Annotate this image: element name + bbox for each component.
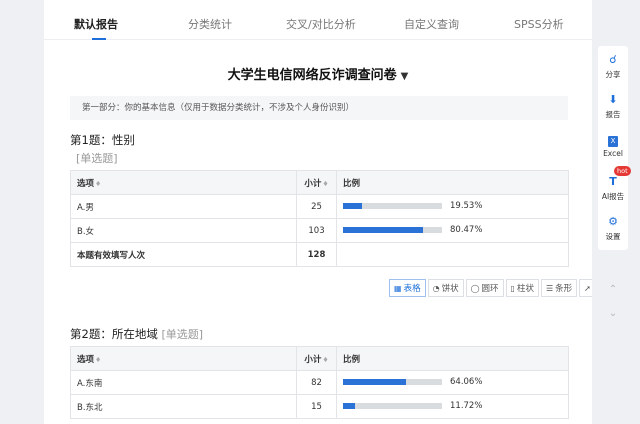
total-empty-cell (336, 242, 569, 267)
excel-export-button[interactable]: X Excel (598, 134, 628, 158)
donut-chart-button[interactable]: ◯ 圆环 (465, 279, 504, 297)
sort-icon: ♦ (95, 355, 102, 364)
option-count: 103 (296, 218, 337, 243)
sort-icon: ♦ (322, 355, 329, 364)
column-header-ratio: 比例 (336, 170, 569, 195)
ratio-bar (343, 227, 442, 234)
tab-category-stats[interactable]: 分类统计 (188, 16, 232, 32)
filter-icon[interactable]: ▼ (401, 71, 409, 82)
survey-title: 大学生电信网络反诈调查问卷 (227, 68, 397, 83)
total-label: 本题有效填写人次 (70, 242, 297, 267)
total-count: 128 (296, 242, 337, 267)
column-header-option[interactable]: 选项♦ (70, 170, 297, 195)
table-header-row: 选项♦ 小计♦ 比例 (70, 170, 569, 195)
column-chart-button[interactable]: ▯ 柱状 (505, 279, 539, 297)
chart-type-toolbar: ▦表格 ◔饼状 ◯圆环 ▯柱状 ☰条形 ➚折线 (389, 279, 592, 297)
download-report-button[interactable]: ⬇ 报告 (598, 94, 628, 120)
active-tab-indicator (92, 38, 106, 40)
table-total-row: 本题有效填写人次 128 (70, 242, 569, 267)
donut-icon: ◯ (470, 283, 480, 293)
share-icon: ☌ (609, 53, 617, 66)
hot-badge: hot (614, 166, 631, 176)
ai-report-icon: T (609, 175, 617, 188)
bar-chart-button[interactable]: ☰ 条形 (540, 279, 578, 297)
ratio-percent: 80.47% (450, 225, 483, 236)
ratio-bar (343, 203, 442, 210)
table-icon: ▦ (394, 283, 402, 293)
table-view-button[interactable]: ▦ 表格 (389, 279, 426, 297)
q1-title: 第1题：性别 (70, 133, 135, 147)
q1-table: 选项♦ 小计♦ 比例 A.男 25 19.53% B.女 103 80.47% … (70, 170, 569, 267)
bar-icon: ☰ (545, 283, 554, 293)
column-header-count[interactable]: 小计♦ (296, 170, 337, 195)
ratio-cell: 11.72% (336, 394, 569, 419)
option-label: B.女 (70, 218, 297, 243)
table-row: B.女 103 80.47% (70, 218, 569, 243)
q2-table: 选项♦ 小计♦ 比例 A.东南 82 64.06% B.东北 15 11.72% (70, 346, 569, 419)
column-icon: ▯ (510, 283, 515, 293)
scroll-up-icon[interactable]: ⌃ (598, 284, 628, 300)
option-label: A.男 (70, 194, 297, 219)
option-count: 25 (296, 194, 337, 219)
ratio-bar (343, 379, 442, 386)
q2-title: 第2题：所在地域 [单选题] (70, 327, 204, 341)
ratio-bar (343, 403, 442, 410)
option-count: 15 (296, 394, 337, 419)
table-header-row: 选项♦ 小计♦ 比例 (70, 346, 569, 371)
section-info: 第一部分：你的基本信息（仅用于数据分类统计，不涉及个人身份识别） (70, 96, 568, 120)
q1-type: [单选题] (76, 152, 118, 165)
right-toolbar: ☌ 分享 ⬇ 报告 X Excel hot T AI报告 ⚙ 设置 (598, 46, 631, 250)
ratio-percent: 19.53% (450, 201, 483, 212)
option-count: 82 (296, 370, 337, 395)
table-row: B.东北 15 11.72% (70, 394, 569, 419)
sort-icon: ♦ (322, 179, 329, 188)
ratio-cell: 80.47% (336, 218, 569, 243)
table-row: A.东南 82 64.06% (70, 370, 569, 395)
column-header-ratio: 比例 (336, 346, 569, 371)
table-row: A.男 25 19.53% (70, 194, 569, 219)
ratio-cell: 19.53% (336, 194, 569, 219)
report-tabs: 默认报告 分类统计 交叉/对比分析 自定义查询 SPSS分析 (44, 0, 592, 40)
line-icon: ➚ (584, 283, 591, 293)
option-label: A.东南 (70, 370, 297, 395)
sort-icon: ♦ (95, 179, 102, 188)
download-icon: ⬇ (608, 93, 618, 106)
tab-default-report[interactable]: 默认报告 (74, 16, 118, 32)
q2-type: [单选题] (161, 328, 204, 341)
ratio-percent: 11.72% (450, 401, 483, 412)
column-header-count[interactable]: 小计♦ (296, 346, 337, 371)
excel-icon: X (608, 136, 618, 147)
gear-icon: ⚙ (608, 215, 618, 228)
column-header-option[interactable]: 选项♦ (70, 346, 297, 371)
option-label: B.东北 (70, 394, 297, 419)
ai-report-button[interactable]: hot T AI报告 (598, 166, 631, 202)
settings-button[interactable]: ⚙ 设置 (598, 216, 628, 242)
ratio-cell: 64.06% (336, 370, 569, 395)
share-button[interactable]: ☌ 分享 (598, 54, 628, 80)
tab-custom-query[interactable]: 自定义查询 (404, 16, 459, 32)
survey-title-row: 大学生电信网络反诈调查问卷 ▼ (44, 64, 592, 83)
pie-icon: ◔ (432, 283, 440, 293)
scroll-down-icon[interactable]: ⌄ (598, 308, 628, 324)
pie-chart-button[interactable]: ◔ 饼状 (427, 279, 464, 297)
tab-cross-analysis[interactable]: 交叉/对比分析 (286, 16, 356, 32)
ratio-percent: 64.06% (450, 377, 483, 388)
tab-spss-analysis[interactable]: SPSS分析 (514, 16, 564, 32)
line-chart-button[interactable]: ➚折线 (579, 279, 592, 297)
report-card: 默认报告 分类统计 交叉/对比分析 自定义查询 SPSS分析 大学生电信网络反诈… (44, 0, 592, 424)
